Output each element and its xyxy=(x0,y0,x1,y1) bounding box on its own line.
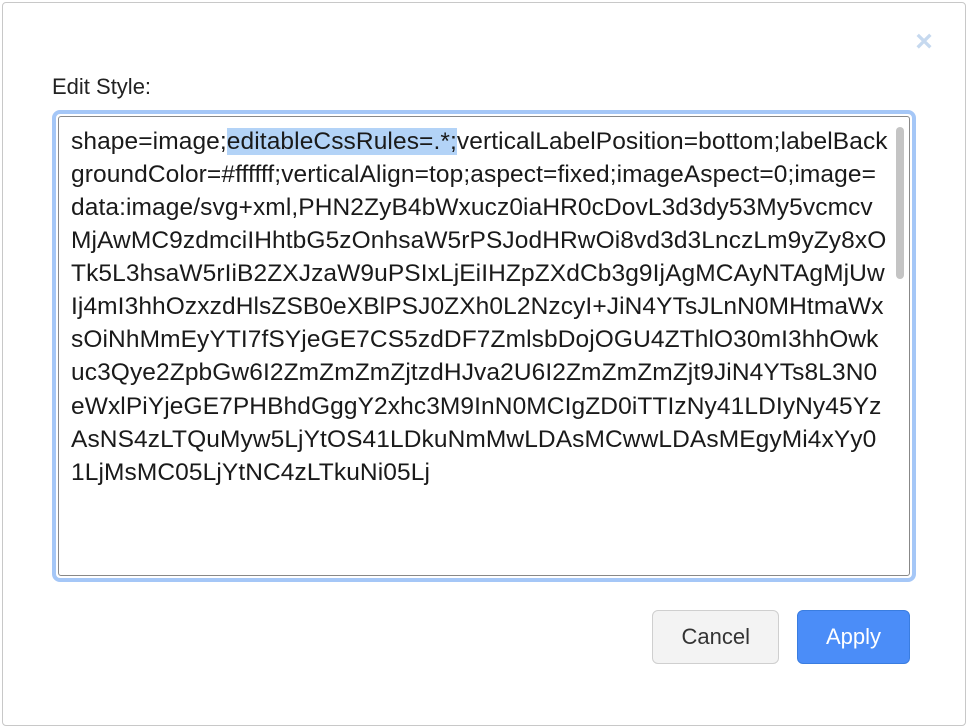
style-text-content: shape=image;editableCssRules=.*;vertical… xyxy=(71,125,889,489)
style-textarea-inner: shape=image;editableCssRules=.*;vertical… xyxy=(58,116,910,576)
close-button[interactable]: × xyxy=(910,28,938,56)
edit-style-label: Edit Style: xyxy=(52,74,916,100)
scrollbar-thumb[interactable] xyxy=(896,127,904,279)
style-text-post: verticalLabelPosition=bottom;labelBackgr… xyxy=(71,128,888,486)
style-text-selection: editableCssRules=.*; xyxy=(227,128,457,155)
dialog-button-row: Cancel Apply xyxy=(52,610,916,664)
style-textarea[interactable]: shape=image;editableCssRules=.*;vertical… xyxy=(52,110,916,582)
apply-button[interactable]: Apply xyxy=(797,610,910,664)
close-icon: × xyxy=(915,27,933,57)
style-text-pre: shape=image; xyxy=(71,128,227,155)
cancel-button[interactable]: Cancel xyxy=(652,610,778,664)
edit-style-dialog: × Edit Style: shape=image;editableCssRul… xyxy=(16,16,952,712)
